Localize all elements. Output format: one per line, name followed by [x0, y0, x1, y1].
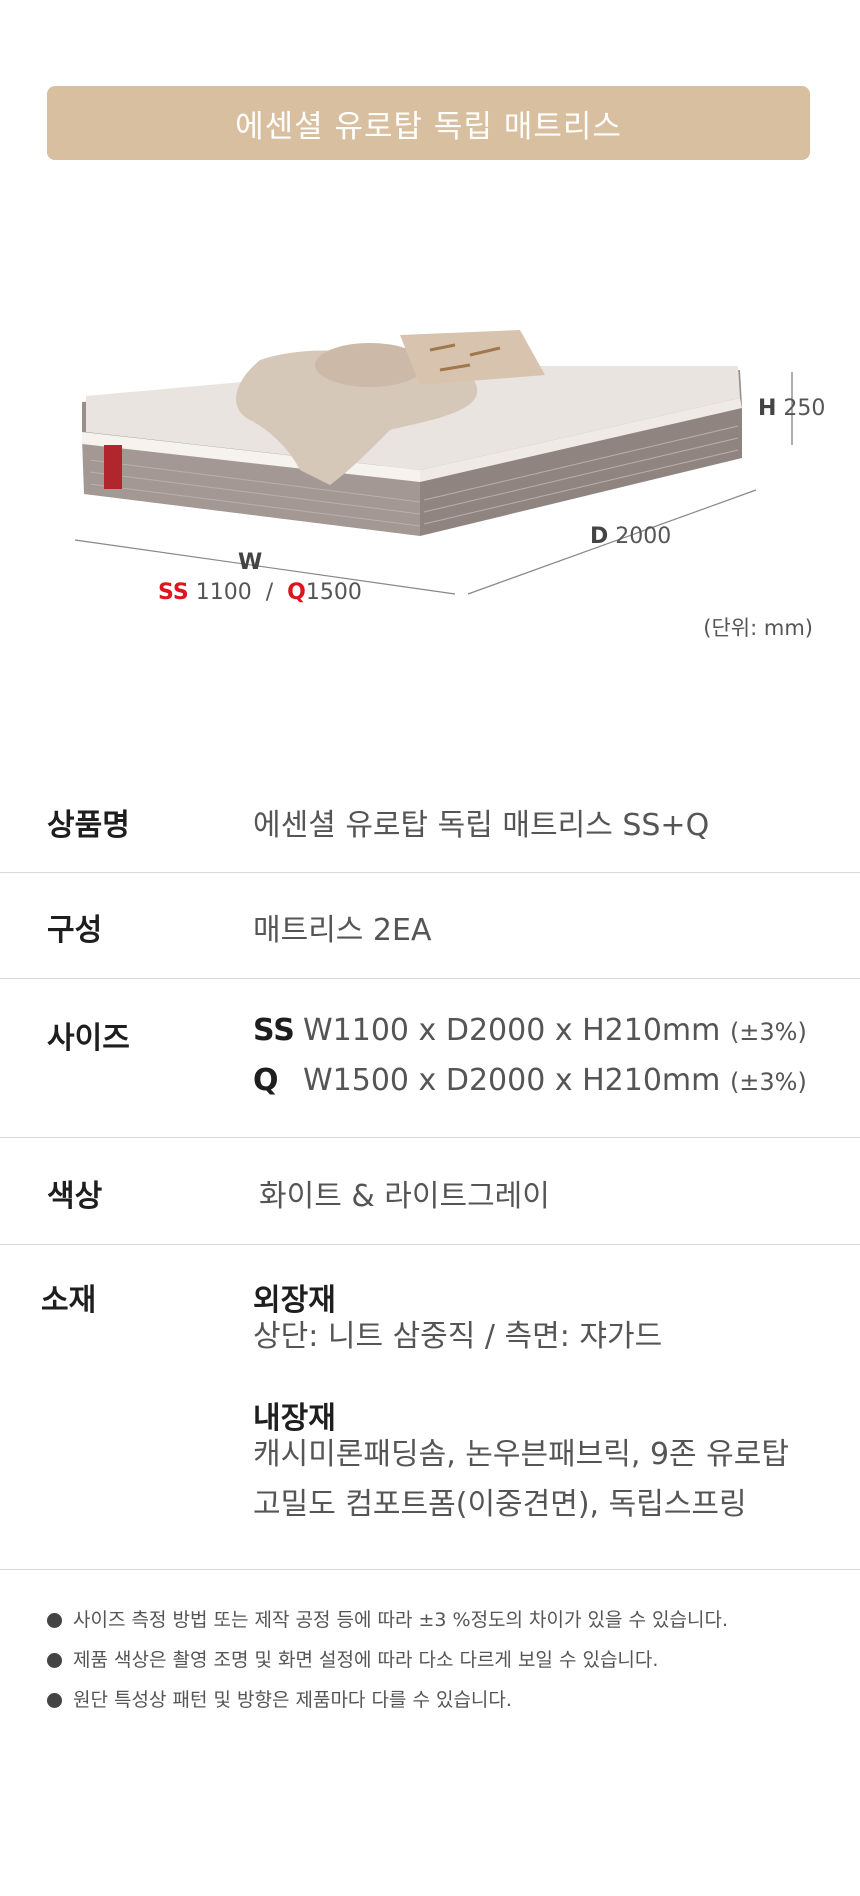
- spec-label: 소재: [41, 1283, 97, 1318]
- inner-material-line-2: 고밀도 컴포트폼(이중견면), 독립스프링: [253, 1487, 747, 1522]
- spec-row-product-name: 상품명 에센셜 유로탑 독립 매트리스 SS+Q: [0, 765, 860, 873]
- product-dimension-figure: H 250 D 2000 W SS 1100 / Q1500 (단위: mm): [0, 170, 860, 670]
- size-line-ss: SS W1100 x D2000 x H210mm (±3%): [253, 1013, 807, 1048]
- product-title-banner: 에센셜 유로탑 독립 매트리스: [47, 86, 810, 160]
- spec-value: 에센셜 유로탑 독립 매트리스 SS+Q: [253, 808, 710, 843]
- width-dimension-label: W: [238, 550, 263, 575]
- mattress-illustration: [74, 330, 793, 595]
- spec-row-color: 색상 화이트 & 라이트그레이: [0, 1138, 860, 1245]
- bullet-icon: [47, 1613, 62, 1628]
- spec-row-composition: 구성 매트리스 2EA: [0, 873, 860, 979]
- spec-label: 구성: [47, 913, 103, 948]
- spec-label: 사이즈: [47, 1021, 130, 1056]
- unit-label: (단위: mm): [703, 616, 813, 640]
- spec-row-material: 소재 외장재 상단: 니트 삼중직 / 측면: 쟈가드 내장재 캐시미론패딩솜,…: [0, 1245, 860, 1570]
- spec-value: 화이트 & 라이트그레이: [259, 1179, 550, 1214]
- outer-material-value: 상단: 니트 삼중직 / 측면: 쟈가드: [253, 1319, 663, 1354]
- size-line-q: Q W1500 x D2000 x H210mm (±3%): [253, 1063, 807, 1098]
- inner-material-line-1: 캐시미론패딩솜, 논우븐패브릭, 9존 유로탑: [253, 1437, 789, 1472]
- spec-label: 색상: [47, 1179, 103, 1214]
- spec-label: 상품명: [47, 808, 130, 843]
- product-title: 에센셜 유로탑 독립 매트리스: [235, 108, 622, 145]
- notice-list: 사이즈 측정 방법 또는 제작 공정 등에 따라 ±3 %정도의 차이가 있을 …: [47, 1600, 728, 1720]
- depth-dimension: D 2000: [590, 524, 672, 549]
- spec-row-size: 사이즈 SS W1100 x D2000 x H210mm (±3%) Q W150…: [0, 979, 860, 1138]
- notice-item: 제품 색상은 촬영 조명 및 화면 설정에 따라 다소 다르게 보일 수 있습니…: [47, 1640, 728, 1680]
- spec-value: 매트리스 2EA: [253, 913, 432, 948]
- bullet-icon: [47, 1653, 62, 1668]
- notice-item: 사이즈 측정 방법 또는 제작 공정 등에 따라 ±3 %정도의 차이가 있을 …: [47, 1600, 728, 1640]
- width-dimension-values: SS 1100 / Q1500: [158, 580, 362, 605]
- bullet-icon: [47, 1693, 62, 1708]
- height-dimension: H 250: [758, 396, 826, 421]
- notice-item: 원단 특성상 패턴 및 방향은 제품마다 다를 수 있습니다.: [47, 1680, 728, 1720]
